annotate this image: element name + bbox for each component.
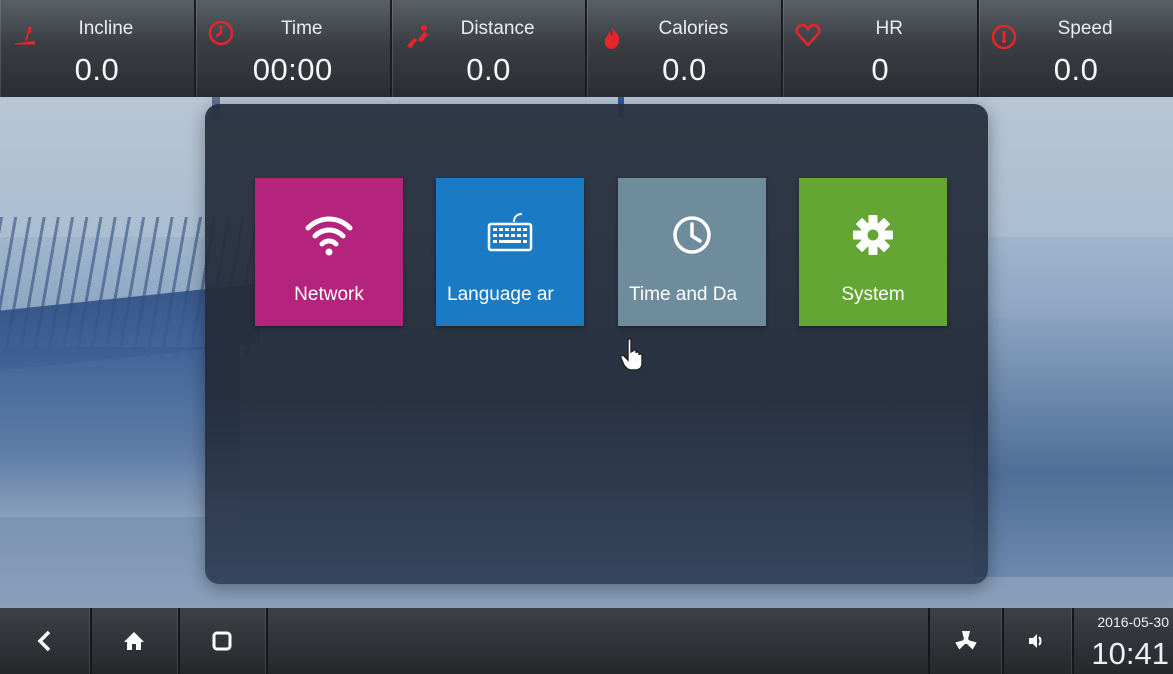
volume-button[interactable] <box>1000 608 1074 674</box>
wifi-icon <box>305 216 353 256</box>
stat-label: HR <box>875 18 903 39</box>
stat-distance: Distance 0.0 <box>392 0 588 97</box>
stat-incline: Incline 0.0 <box>0 0 196 97</box>
time-and-date-tile[interactable]: Time and Da <box>618 178 766 326</box>
workout-stats-bar: Incline 0.0 Time 00:00 Distance 0.0 Calo… <box>0 0 1173 97</box>
stat-value: 00:00 <box>252 52 333 87</box>
stat-value: 0.0 <box>74 52 120 87</box>
hand-pointer-icon <box>620 338 643 371</box>
stat-label: Distance <box>460 18 535 39</box>
home-icon <box>124 632 144 650</box>
chevron-left-icon <box>37 630 51 652</box>
speaker-icon <box>1029 634 1042 648</box>
keyboard-icon <box>487 213 533 252</box>
stat-label: Time <box>280 18 323 39</box>
navigation-bar: 2016-05-30 10:41 <box>0 608 1173 674</box>
time-text: 10:41 <box>1091 636 1169 671</box>
language-tile[interactable]: Language ar <box>436 178 584 326</box>
home-button[interactable] <box>90 608 180 674</box>
tile-label: Time and Da <box>629 284 738 305</box>
system-tile[interactable]: System <box>799 178 947 326</box>
stat-label: Incline <box>78 18 134 39</box>
date-text: 2016-05-30 <box>1097 614 1169 630</box>
stat-value: 0 <box>871 52 890 87</box>
network-tile[interactable]: Network <box>255 178 403 326</box>
stat-value: 0.0 <box>662 52 707 87</box>
fan-button[interactable] <box>928 608 1004 674</box>
stat-time: Time 00:00 <box>196 0 392 97</box>
stat-value: 0.0 <box>466 52 511 87</box>
tile-label: Language ar <box>447 284 554 305</box>
status-clock: 2016-05-30 10:41 <box>1076 608 1173 674</box>
stat-label: Calories <box>658 18 729 39</box>
clock-icon <box>673 216 711 254</box>
stat-speed: Speed 0.0 <box>979 0 1173 97</box>
stat-label: Speed <box>1057 18 1113 39</box>
square-icon <box>212 631 232 651</box>
stat-calories: Calories 0.0 <box>587 0 784 97</box>
recent-apps-button[interactable] <box>178 608 268 674</box>
tile-label: System <box>841 284 905 305</box>
tile-label: Network <box>294 284 364 305</box>
stat-heart-rate: HR 0 <box>783 0 980 97</box>
stat-value: 0.0 <box>1053 52 1099 87</box>
fan-icon <box>955 631 977 650</box>
gear-icon <box>853 215 893 255</box>
settings-panel: Network Language ar Time and Da System <box>205 104 988 584</box>
back-button[interactable] <box>0 608 92 674</box>
